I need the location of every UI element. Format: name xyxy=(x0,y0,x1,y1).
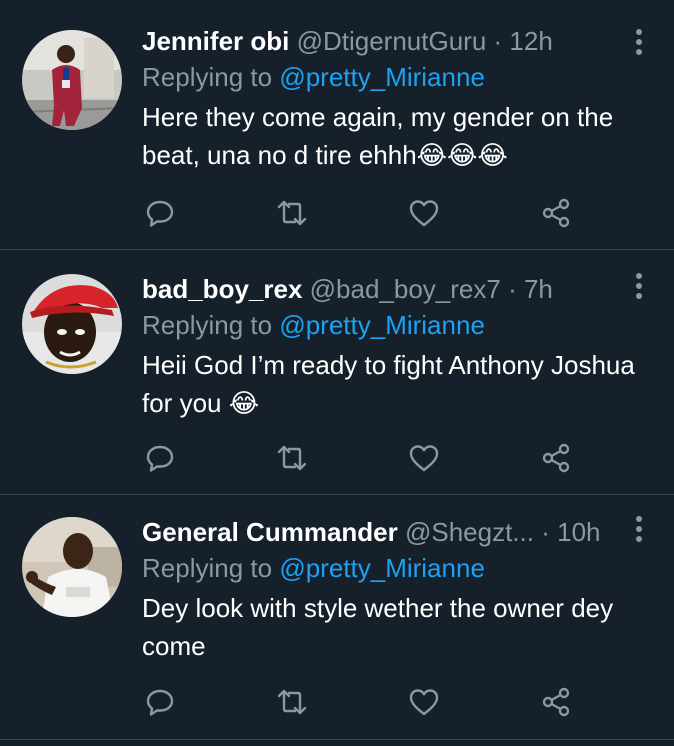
user-handle[interactable]: @bad_boy_rex7 xyxy=(310,274,501,304)
replying-to-label: Replying to xyxy=(142,553,280,583)
mention-link[interactable]: @pretty_Mirianne xyxy=(279,310,485,340)
tweet-body: General Cummander @Shegzt... · 10h Reply… xyxy=(142,515,654,665)
avatar[interactable] xyxy=(22,274,122,374)
reply-button[interactable] xyxy=(142,684,178,720)
replying-to-label: Replying to xyxy=(142,310,280,340)
share-button[interactable] xyxy=(538,195,574,231)
replying-to-line: Replying to @pretty_Mirianne xyxy=(142,549,654,587)
display-name[interactable]: General Cummander xyxy=(142,517,398,547)
share-icon xyxy=(542,198,570,228)
timestamp[interactable]: 10h xyxy=(557,517,600,547)
timestamp[interactable]: 12h xyxy=(509,26,552,56)
share-icon xyxy=(542,687,570,717)
retweet-button[interactable] xyxy=(274,440,310,476)
heart-icon xyxy=(409,200,439,227)
retweet-icon xyxy=(277,689,307,715)
share-button[interactable] xyxy=(538,440,574,476)
replying-to-line: Replying to @pretty_Mirianne xyxy=(142,58,654,96)
tweet-header: General Cummander @Shegzt... · 10h xyxy=(142,515,654,549)
man-in-red-cap-photo-icon xyxy=(22,274,122,374)
separator: · xyxy=(486,26,510,56)
vertical-ellipsis-icon[interactable] xyxy=(634,28,644,56)
tweet-header: Jennifer obi @DtigernutGuru · 12h xyxy=(142,24,654,58)
user-handle[interactable]: @DtigernutGuru xyxy=(297,26,487,56)
reply-feed: Jennifer obi @DtigernutGuru · 12h Replyi… xyxy=(0,0,674,740)
separator: · xyxy=(500,274,524,304)
like-button[interactable] xyxy=(406,684,442,720)
reply-button[interactable] xyxy=(142,440,178,476)
mention-link[interactable]: @pretty_Mirianne xyxy=(279,62,485,92)
tweet-body: Jennifer obi @DtigernutGuru · 12h Replyi… xyxy=(142,24,654,174)
woman-in-red-photo-icon xyxy=(22,30,122,130)
like-button[interactable] xyxy=(406,195,442,231)
man-in-white-shirt-photo-icon xyxy=(22,517,122,617)
heart-icon xyxy=(409,689,439,716)
tweet-text: Heii God I’m ready to fight Anthony Josh… xyxy=(142,350,635,418)
timestamp[interactable]: 7h xyxy=(524,274,553,304)
heart-icon xyxy=(409,445,439,472)
retweet-button[interactable] xyxy=(274,684,310,720)
vertical-ellipsis-icon[interactable] xyxy=(634,515,644,543)
avatar[interactable] xyxy=(22,30,122,130)
like-button[interactable] xyxy=(406,440,442,476)
replying-to-line: Replying to @pretty_Mirianne xyxy=(142,306,654,344)
action-bar xyxy=(142,440,582,476)
replying-to-label: Replying to xyxy=(142,62,280,92)
tweet-text: Dey look with style wether the owner dey… xyxy=(142,593,614,661)
comment-bubble-icon xyxy=(146,445,174,472)
tweet-text: Here they come again, my gender on the b… xyxy=(142,102,614,170)
retweet-icon xyxy=(277,445,307,471)
display-name[interactable]: bad_boy_rex xyxy=(142,274,302,304)
tweet-body: bad_boy_rex @bad_boy_rex7 · 7h Replying … xyxy=(142,272,654,422)
share-button[interactable] xyxy=(538,684,574,720)
action-bar xyxy=(142,684,582,720)
comment-bubble-icon xyxy=(146,689,174,716)
display-name[interactable]: Jennifer obi xyxy=(142,26,289,56)
action-bar xyxy=(142,195,582,231)
tweet-general-cummander[interactable]: General Cummander @Shegzt... · 10h Reply… xyxy=(0,495,674,740)
reply-button[interactable] xyxy=(142,195,178,231)
share-icon xyxy=(542,443,570,473)
vertical-ellipsis-icon[interactable] xyxy=(634,272,644,300)
comment-bubble-icon xyxy=(146,200,174,227)
user-handle[interactable]: @Shegzt... xyxy=(405,517,534,547)
mention-link[interactable]: @pretty_Mirianne xyxy=(279,553,485,583)
retweet-icon xyxy=(277,200,307,226)
avatar[interactable] xyxy=(22,517,122,617)
tweet-jennifer-obi[interactable]: Jennifer obi @DtigernutGuru · 12h Replyi… xyxy=(0,0,674,250)
retweet-button[interactable] xyxy=(274,195,310,231)
tweet-header: bad_boy_rex @bad_boy_rex7 · 7h xyxy=(142,272,654,306)
separator: · xyxy=(534,517,558,547)
tweet-bad-boy-rex[interactable]: bad_boy_rex @bad_boy_rex7 · 7h Replying … xyxy=(0,250,674,495)
